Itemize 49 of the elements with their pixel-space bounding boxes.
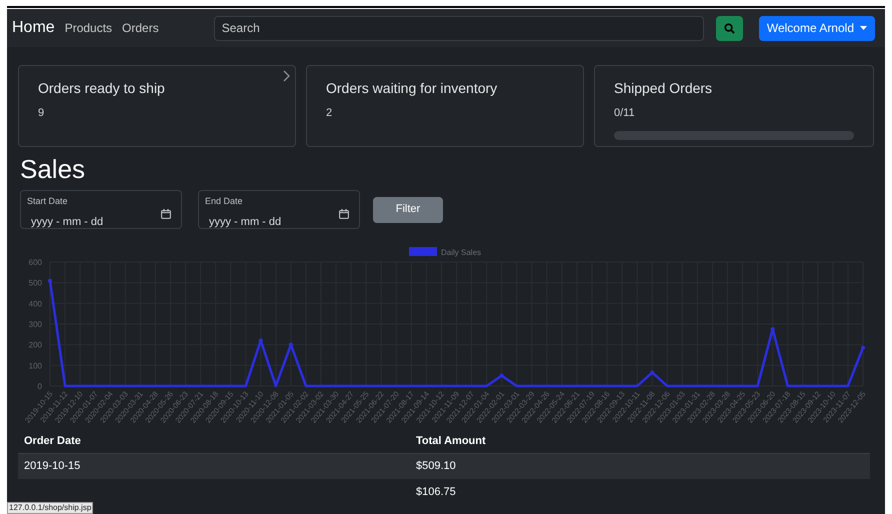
y-tick-label: 500	[28, 278, 42, 288]
y-tick-label: 0	[38, 382, 42, 391]
date-field[interactable]: End Date yyyy - mm - dd	[198, 190, 360, 229]
y-tick-label: 200	[28, 340, 42, 350]
card-value: 0/11	[614, 106, 636, 121]
data-point	[48, 278, 52, 283]
search-field[interactable]: Search	[214, 16, 704, 40]
data-point	[650, 370, 654, 375]
search-icon	[724, 22, 735, 34]
table-cell: 2019-10-15	[24, 460, 80, 472]
filter-button[interactable]: Filter	[373, 196, 443, 222]
user-menu-button[interactable]: Welcome Arnold	[758, 16, 875, 40]
nav-link[interactable]: Products	[64, 19, 112, 37]
data-point	[258, 338, 263, 343]
date-input[interactable]: yyyy - mm - dd	[27, 214, 137, 230]
card-title: Orders waiting for inventory	[326, 79, 498, 98]
brand-link[interactable]: Home	[12, 16, 55, 40]
y-tick-label: 400	[28, 299, 42, 308]
legend-label: Daily Sales	[441, 248, 482, 257]
chevron-right-icon	[283, 70, 291, 82]
nav-link[interactable]: Orders	[122, 19, 159, 37]
date-field[interactable]: Start Date yyyy - mm - dd	[20, 190, 182, 229]
table-cell: $509.10	[416, 460, 456, 472]
column-header: Order Date	[18, 430, 410, 453]
data-point	[861, 346, 865, 350]
summary-card[interactable]: Orders ready to ship 9	[18, 65, 296, 147]
y-tick-label: 300	[28, 320, 42, 329]
caret-icon	[860, 26, 867, 30]
search-button[interactable]	[716, 16, 743, 40]
section-title: Sales	[19, 153, 86, 186]
calendar-icon	[339, 209, 349, 219]
search-input[interactable]: Search	[222, 19, 696, 37]
y-tick-label: 600	[28, 258, 42, 267]
data-point	[770, 327, 775, 332]
data-point	[288, 342, 293, 347]
calendar-icon	[161, 209, 171, 219]
table-cell: $106.75	[416, 486, 456, 498]
field-label: Start Date	[27, 195, 69, 208]
column-header: Total Amount	[410, 430, 870, 453]
date-input[interactable]: yyyy - mm - dd	[205, 214, 315, 230]
card-title: Orders ready to ship	[38, 79, 166, 98]
card-title: Shipped Orders	[614, 79, 714, 98]
legend-swatch	[409, 247, 437, 256]
status-bar: 127.0.0.1/shop/ship.jsp	[7, 502, 94, 514]
data-point	[500, 374, 504, 378]
y-tick-label: 100	[28, 361, 42, 370]
card-value: 2	[326, 106, 334, 121]
card-value: 9	[38, 106, 46, 121]
field-label: End Date	[205, 195, 244, 208]
